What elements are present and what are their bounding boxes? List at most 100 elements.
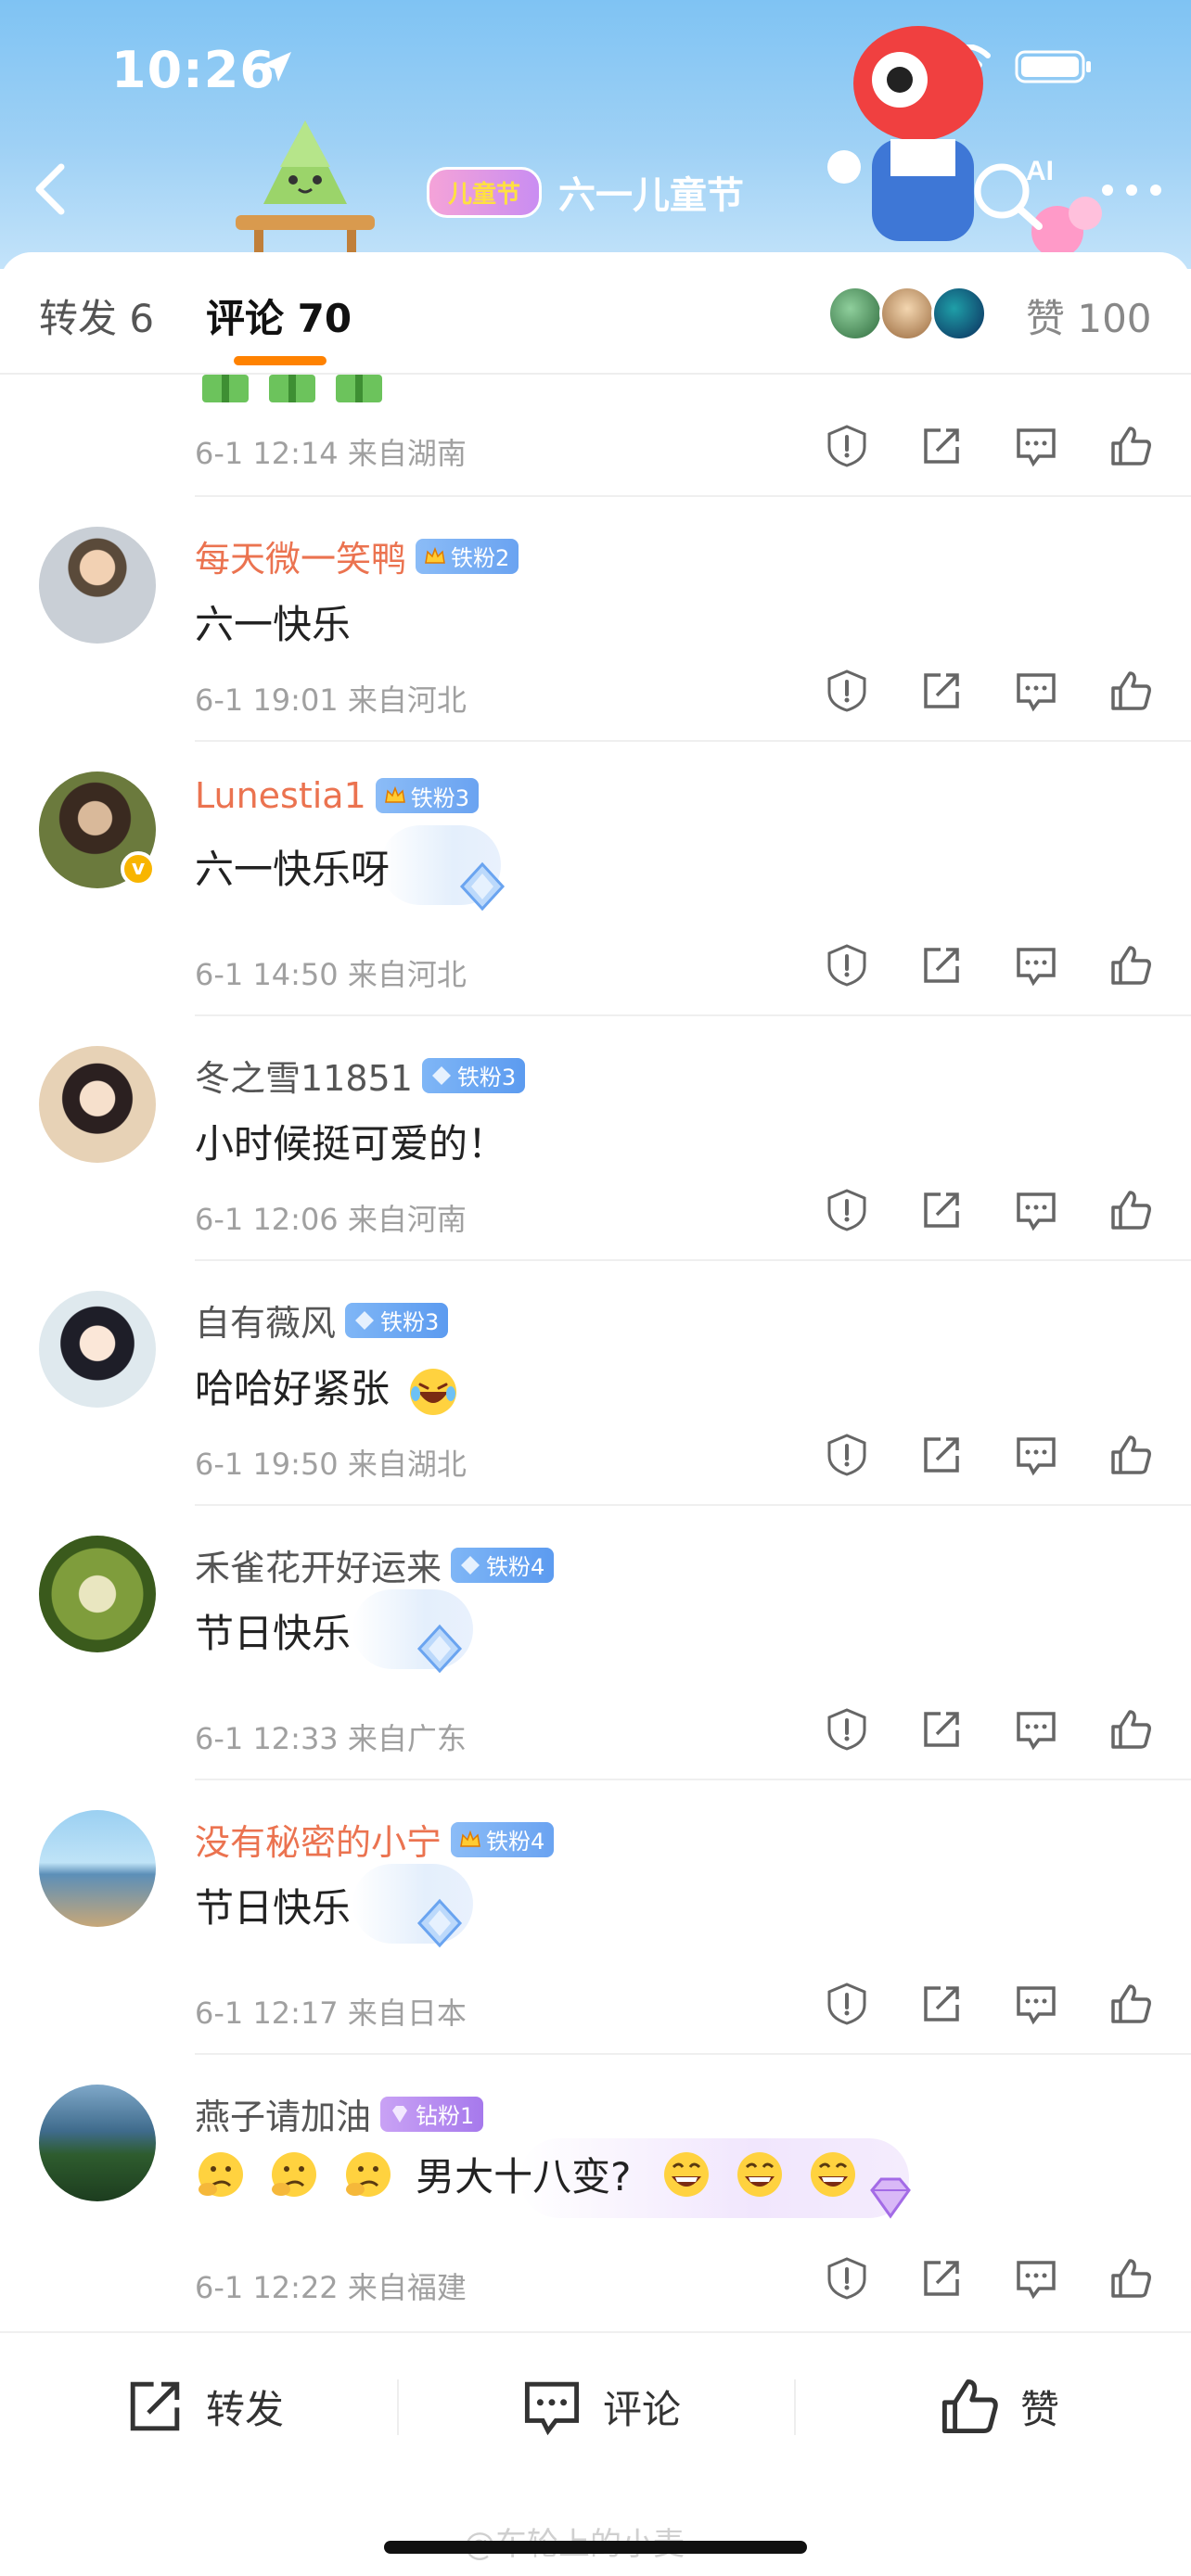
reply-icon[interactable]: [1013, 1706, 1059, 1753]
avatar[interactable]: [39, 1291, 156, 1408]
comment-actions: [824, 423, 1154, 469]
status-time: 10:26: [111, 41, 275, 99]
comment-label: 评论: [603, 2386, 682, 2432]
reply-icon[interactable]: [1013, 423, 1059, 469]
fan-badge: 钻粉1: [380, 2096, 484, 2132]
comment-item: 燕子请加油 钻粉1 男大十八变? 6-1 12:22 来自福建: [0, 2055, 1191, 2329]
comment-icon: [524, 2381, 580, 2436]
reply-icon[interactable]: [1013, 2255, 1059, 2302]
avatar[interactable]: [39, 527, 156, 644]
report-icon[interactable]: [824, 942, 870, 988]
reply-icon[interactable]: [1013, 1432, 1059, 1478]
divider: [397, 2379, 399, 2435]
location-arrow-icon: [262, 52, 291, 82]
username[interactable]: 没有秘密的小宁: [195, 1814, 442, 1865]
like-icon[interactable]: [1108, 668, 1154, 714]
username[interactable]: 自有薇风: [195, 1294, 336, 1345]
avatar[interactable]: [39, 2085, 156, 2201]
ai-search-button[interactable]: AI: [965, 148, 1057, 232]
comment-meta: 6-1 19:50 来自湖北: [195, 1447, 467, 1482]
like-icon[interactable]: [1108, 423, 1154, 469]
share-icon[interactable]: [918, 423, 965, 469]
share-icon[interactable]: [918, 1981, 965, 2027]
report-icon[interactable]: [824, 668, 870, 714]
like-button[interactable]: 赞: [937, 2374, 1059, 2439]
reply-icon[interactable]: [1013, 942, 1059, 988]
username[interactable]: 每天微一笑鸭: [195, 530, 406, 581]
fan-badge: 铁粉4: [451, 1821, 555, 1857]
diamond-icon: [416, 1898, 463, 1948]
report-icon[interactable]: [824, 1187, 870, 1233]
comment-text-content: 男大十八变?: [416, 2154, 632, 2200]
like-icon[interactable]: [1108, 1706, 1154, 1753]
avatar[interactable]: [39, 1046, 156, 1163]
username[interactable]: 燕子请加油: [195, 2088, 371, 2139]
reply-icon[interactable]: [1013, 668, 1059, 714]
tab-comments[interactable]: 评论 70: [206, 287, 352, 344]
more-icon[interactable]: [1095, 178, 1169, 202]
username[interactable]: Lunestia1: [195, 775, 366, 816]
share-icon[interactable]: [918, 1187, 965, 1233]
ai-label: AI: [1026, 156, 1054, 186]
username[interactable]: 禾雀花开好运来: [195, 1539, 442, 1590]
report-icon[interactable]: [824, 1706, 870, 1753]
diamond-icon: [355, 1310, 375, 1330]
avatar[interactable]: [39, 1810, 156, 1927]
thinking-emoji-icon: [198, 2151, 243, 2197]
comment-actions: [824, 1706, 1154, 1753]
fan-badge-label: 钻粉1: [416, 2103, 475, 2129]
comment-text-content: 哈哈好紧张: [195, 1366, 391, 1411]
comment-text: 六一快乐: [195, 602, 352, 647]
fan-badge: 铁粉3: [345, 1302, 449, 1338]
report-icon[interactable]: [824, 1981, 870, 2027]
comment-button[interactable]: 评论: [519, 2374, 681, 2439]
user-row: 冬之雪11851 铁粉3: [195, 1050, 526, 1101]
share-icon[interactable]: [918, 1432, 965, 1478]
comment-item-partial: 6-1 12:14 来自湖南: [195, 375, 1191, 497]
fan-badge-label: 铁粉3: [380, 1309, 440, 1335]
fan-badge-label: 铁粉3: [410, 784, 470, 811]
reply-icon[interactable]: [1013, 1187, 1059, 1233]
report-icon[interactable]: [824, 423, 870, 469]
tab-repost[interactable]: 转发 6: [39, 287, 154, 344]
gift-emoji-icon: [269, 375, 315, 402]
like-icon[interactable]: [1108, 2255, 1154, 2302]
share-icon[interactable]: [918, 668, 965, 714]
grinning-emoji-icon: [811, 2151, 856, 2197]
liker-avatars[interactable]: [827, 286, 987, 341]
crown-icon: [460, 1830, 480, 1847]
fan-badge-label: 铁粉3: [456, 1065, 517, 1090]
header-title: 儿童节 六一儿童节: [427, 165, 744, 219]
report-icon[interactable]: [824, 1432, 870, 1478]
like-icon[interactable]: [1108, 1981, 1154, 2027]
back-chevron-icon[interactable]: [24, 156, 80, 223]
reply-icon[interactable]: [1013, 1981, 1059, 2027]
liker-avatar: [827, 286, 883, 341]
search-icon: AI: [974, 156, 1054, 230]
gift-emoji-icon: [202, 375, 249, 402]
like-icon[interactable]: [1108, 1187, 1154, 1233]
crown-icon: [384, 785, 405, 803]
comment-actions: [824, 1981, 1154, 2027]
comment-item: 没有秘密的小宁 铁粉4 节日快乐 6-1 12:17 来自日本: [0, 1780, 1191, 2055]
repost-button[interactable]: 转发: [122, 2374, 284, 2439]
comment-text: 哈哈好紧张: [195, 1358, 459, 1418]
share-icon[interactable]: [918, 942, 965, 988]
verified-badge-icon: v: [121, 851, 156, 886]
tab-likes[interactable]: 赞 100: [1026, 287, 1152, 344]
page-title: 六一儿童节: [558, 174, 745, 217]
like-icon[interactable]: [1108, 942, 1154, 988]
user-row: 自有薇风 铁粉3: [195, 1294, 449, 1345]
username[interactable]: 冬之雪11851: [195, 1050, 413, 1101]
avatar[interactable]: [39, 1536, 156, 1652]
comment-item: 每天微一笑鸭 铁粉2 六一快乐 6-1 19:01 来自河北: [0, 497, 1191, 742]
home-indicator[interactable]: [384, 2541, 807, 2554]
comment-meta: 6-1 12:22 来自福建: [195, 2270, 467, 2305]
fan-badge-label: 铁粉4: [486, 1554, 545, 1580]
user-row: 没有秘密的小宁 铁粉4: [195, 1814, 555, 1865]
report-icon[interactable]: [824, 2255, 870, 2302]
like-icon[interactable]: [1108, 1432, 1154, 1478]
share-icon[interactable]: [918, 2255, 965, 2302]
share-icon[interactable]: [918, 1706, 965, 1753]
comment-text: 小时候挺可爱的！: [195, 1121, 507, 1167]
